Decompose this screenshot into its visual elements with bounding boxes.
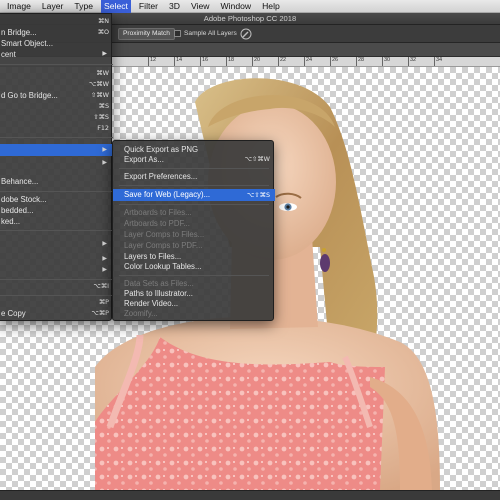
menu-item-color-lookup-tables[interactable]: Color Lookup Tables... bbox=[113, 261, 275, 272]
menu-item-browse-in-bridge[interactable]: n Bridge... ⌘O bbox=[0, 27, 113, 38]
ruler-tick: 20 bbox=[251, 57, 261, 66]
submenu-arrow-icon: ▶ bbox=[102, 160, 107, 166]
menu-item-automate[interactable]: ▶ bbox=[0, 239, 113, 250]
menu-separator bbox=[0, 64, 113, 65]
sample-all-layers-checkbox[interactable] bbox=[174, 30, 181, 37]
submenu-arrow-icon: ▶ bbox=[102, 267, 107, 273]
ruler-tick: 12 bbox=[147, 57, 157, 66]
menu-item-place-linked[interactable]: ked... bbox=[0, 216, 113, 227]
menu-separator bbox=[0, 295, 113, 296]
ruler-tick: 34 bbox=[433, 57, 443, 66]
menu-item-print[interactable]: ⌘P bbox=[0, 297, 113, 308]
file-menu: ⌘N n Bridge... ⌘O Smart Object... cent ▶… bbox=[0, 13, 113, 321]
menu-view[interactable]: View bbox=[191, 0, 209, 13]
ruler-tick: 24 bbox=[303, 57, 313, 66]
proximity-match-button[interactable]: Proximity Match bbox=[118, 28, 175, 40]
menu-separator bbox=[0, 137, 113, 138]
menu-item-artboards-to-pdf: Artboards to PDF... bbox=[124, 219, 190, 228]
menu-separator bbox=[0, 230, 113, 231]
submenu-arrow-icon: ▶ bbox=[102, 147, 107, 153]
menu-item-zoomify: Zoomify... bbox=[124, 309, 158, 318]
ruler-tick: 30 bbox=[381, 57, 391, 66]
ruler-tick: 22 bbox=[277, 57, 287, 66]
ruler-tick: 26 bbox=[329, 57, 339, 66]
submenu-arrow-icon: ▶ bbox=[102, 51, 107, 57]
menu-separator bbox=[119, 204, 269, 205]
menu-window[interactable]: Window bbox=[221, 0, 252, 13]
menu-3d[interactable]: 3D bbox=[169, 0, 180, 13]
menu-help[interactable]: Help bbox=[262, 0, 280, 13]
ruler-tick: 14 bbox=[173, 57, 183, 66]
menu-item-save-as[interactable]: ⇧⌘S bbox=[0, 112, 113, 123]
menu-item-close[interactable]: ⌘W bbox=[0, 68, 113, 79]
menu-item-artboards-to-files: Artboards to Files... bbox=[124, 208, 192, 217]
menu-separator bbox=[119, 275, 269, 276]
menu-image[interactable]: Image bbox=[7, 0, 31, 13]
ruler-tick: 32 bbox=[407, 57, 417, 66]
menu-item-open-recent[interactable]: cent ▶ bbox=[0, 49, 113, 60]
menu-item-open-as-smart-object[interactable]: Smart Object... bbox=[0, 38, 113, 49]
sample-all-layers-label: Sample All Layers bbox=[184, 30, 237, 37]
menu-item-layer-comps-to-files: Layer Comps to Files... bbox=[124, 230, 205, 239]
menu-item-export-as[interactable]: Export As... ⌥⇧⌘W bbox=[113, 154, 275, 165]
menu-item-file-info[interactable]: ⌥⌘I bbox=[0, 281, 113, 292]
menu-item-generate[interactable]: ▶ bbox=[0, 158, 113, 169]
menu-item-save-for-web-legacy[interactable]: Save for Web (Legacy)... ⌥⇧⌘S bbox=[113, 189, 275, 201]
menu-item-layer-comps-to-pdf: Layer Comps to PDF... bbox=[124, 241, 203, 250]
ruler-tick: 18 bbox=[225, 57, 235, 66]
menu-item-save[interactable]: ⌘S bbox=[0, 101, 113, 112]
menu-item-print-one-copy[interactable]: e Copy ⌥⌘P bbox=[0, 308, 113, 319]
menu-separator bbox=[0, 279, 113, 280]
ruler-tick: 16 bbox=[199, 57, 209, 66]
menu-filter[interactable]: Filter bbox=[139, 0, 158, 13]
menu-item-export-preferences[interactable]: Export Preferences... bbox=[113, 171, 275, 182]
menu-separator bbox=[0, 191, 113, 192]
submenu-arrow-icon: ▶ bbox=[102, 256, 107, 262]
menu-item-place-embedded[interactable]: bedded... bbox=[0, 205, 113, 216]
menu-separator bbox=[119, 185, 269, 186]
brush-settings-icon[interactable] bbox=[240, 28, 252, 40]
menu-item-search-adobe-stock[interactable]: dobe Stock... bbox=[0, 194, 113, 205]
menu-select[interactable]: Select bbox=[101, 0, 131, 13]
menu-item-close-all[interactable]: ⌥⌘W bbox=[0, 79, 113, 90]
menu-item-close-and-go-to-bridge[interactable]: d Go to Bridge... ⇧⌘W bbox=[0, 90, 113, 101]
menu-bar: Image Layer Type Select Filter 3D View W… bbox=[0, 0, 500, 13]
menu-layer[interactable]: Layer bbox=[42, 0, 64, 13]
menu-item-revert[interactable]: F12 bbox=[0, 123, 113, 134]
menu-separator bbox=[119, 168, 269, 169]
menu-item-export[interactable]: ▶ bbox=[0, 144, 113, 156]
menu-item-scripts[interactable]: ▶ bbox=[0, 254, 113, 265]
menu-item-share-on-behance[interactable]: Behance... bbox=[0, 176, 113, 187]
menu-type[interactable]: Type bbox=[74, 0, 93, 13]
ruler-tick: 28 bbox=[355, 57, 365, 66]
menu-item-import[interactable]: ▶ bbox=[0, 265, 113, 276]
export-submenu: Quick Export as PNG Export As... ⌥⇧⌘W Ex… bbox=[112, 140, 275, 321]
menu-item-new[interactable]: ⌘N bbox=[0, 16, 113, 27]
submenu-arrow-icon: ▶ bbox=[102, 241, 107, 247]
status-bar bbox=[0, 490, 500, 500]
